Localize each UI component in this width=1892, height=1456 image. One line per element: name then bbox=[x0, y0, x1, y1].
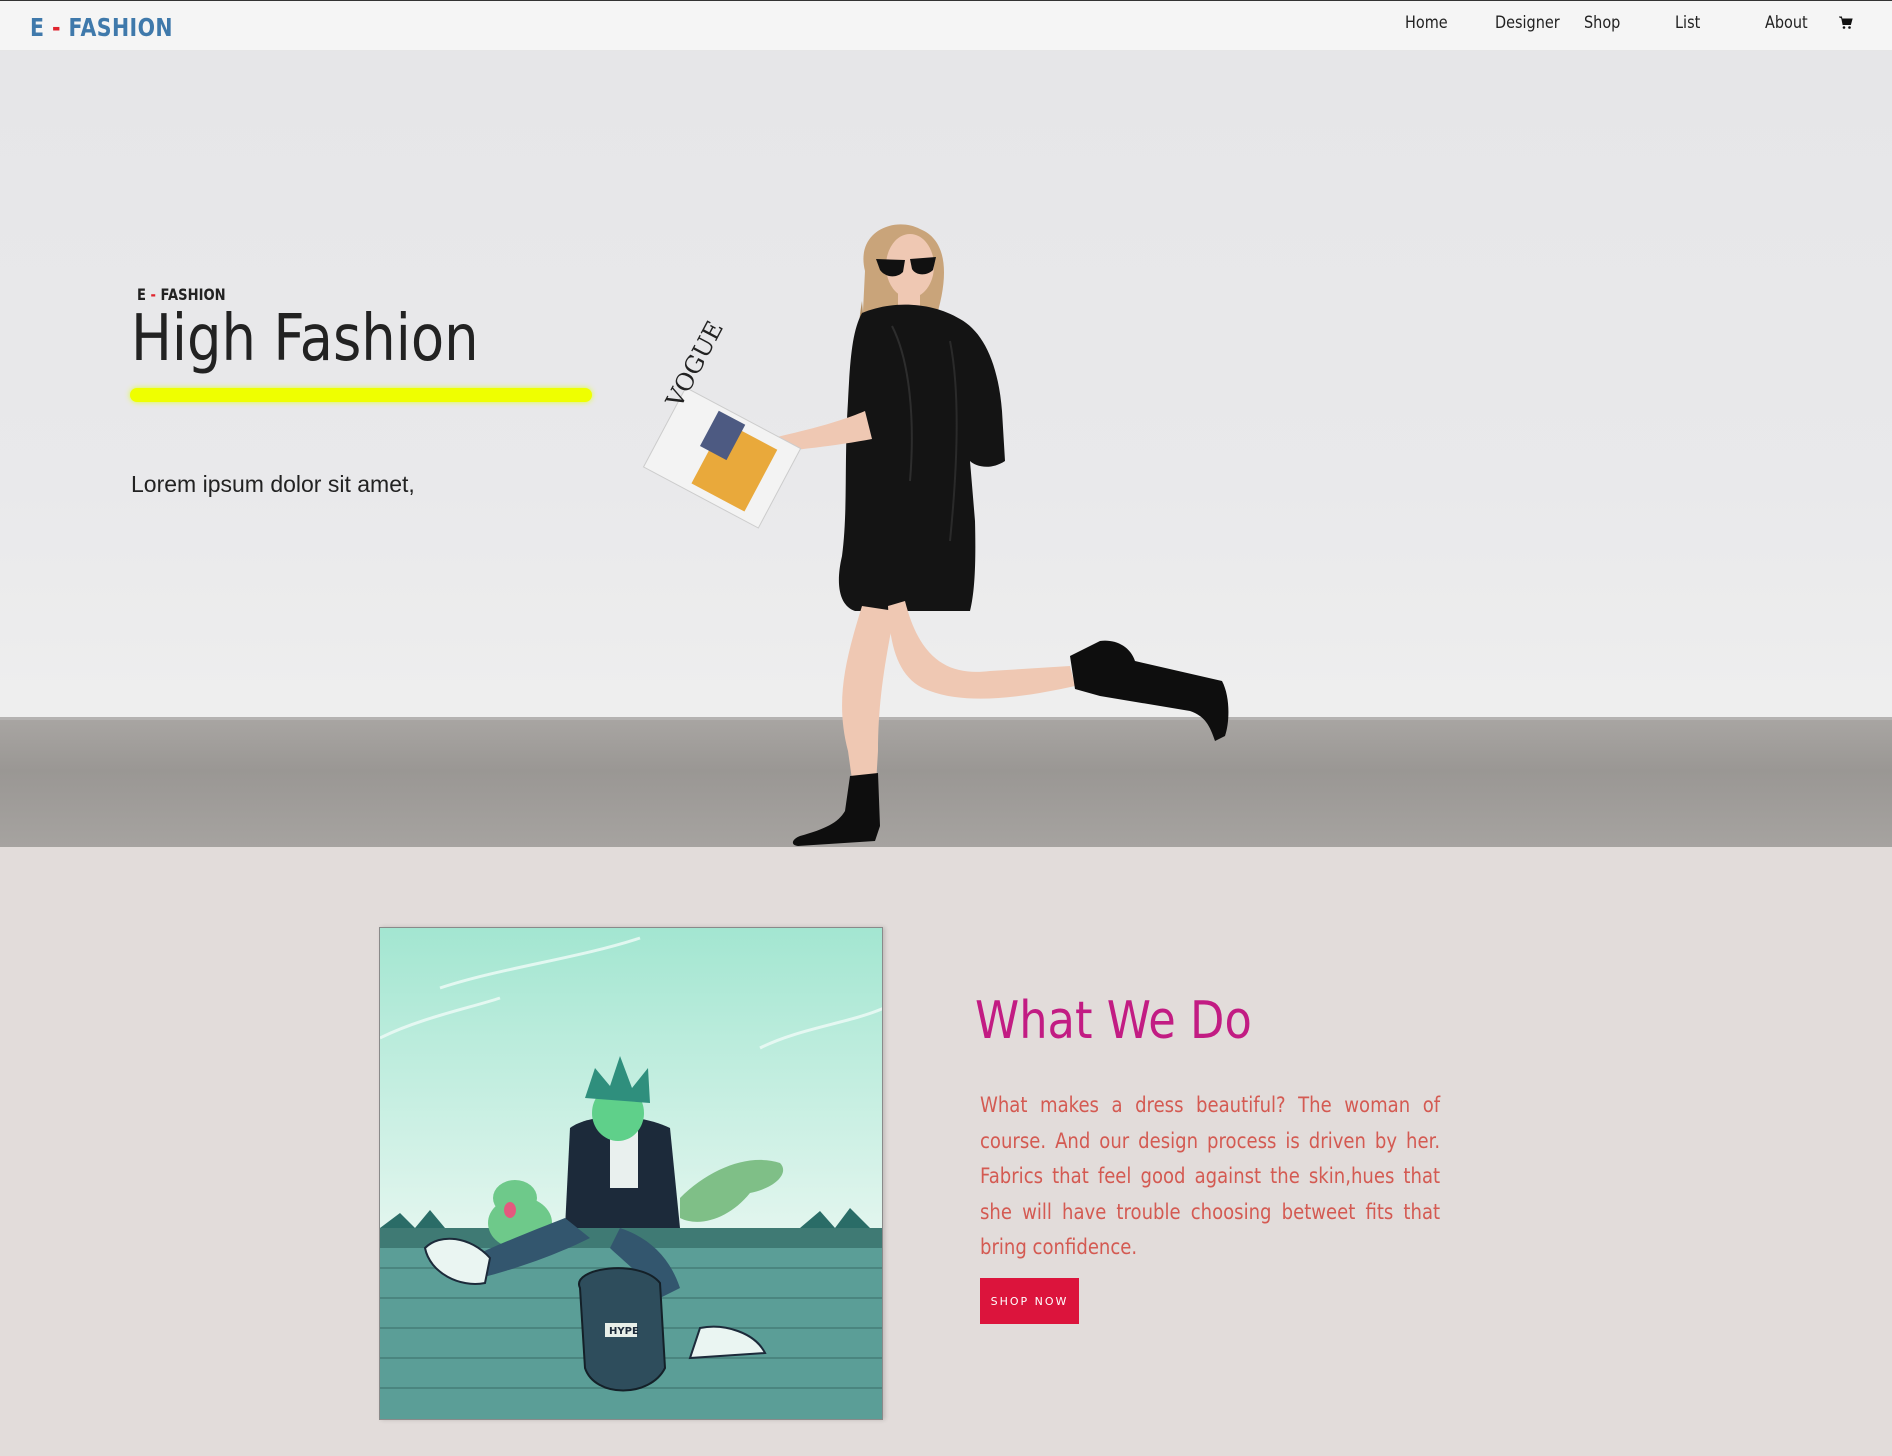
shop-now-button[interactable]: SHOP NOW bbox=[980, 1278, 1079, 1324]
hero-title: High Fashion bbox=[131, 302, 479, 376]
brand-dash: - bbox=[51, 13, 61, 42]
hero-subtitle: Lorem ipsum dolor sit amet, bbox=[131, 471, 415, 497]
section-text: What makes a dress beautiful? The woman … bbox=[980, 1093, 1441, 1260]
nav-list[interactable]: List bbox=[1675, 13, 1700, 33]
brand-logo[interactable]: E - FASHION bbox=[30, 13, 173, 42]
hero-model-image: VOGUE bbox=[642, 224, 1229, 846]
navbar: E - FASHION Home Designer Shop List Abou… bbox=[0, 0, 1892, 51]
brand-prefix: E bbox=[30, 13, 45, 42]
cart-icon[interactable] bbox=[1839, 16, 1853, 30]
illustration-image: HYPE bbox=[379, 927, 883, 1420]
hero-banner: VOGUE E - FASHION High Fashion Lorem ips… bbox=[0, 51, 1892, 847]
brand-name: FASHION bbox=[68, 13, 173, 42]
nav-about[interactable]: About bbox=[1765, 13, 1808, 33]
section-title: What We Do bbox=[975, 991, 1252, 1051]
nav-designer[interactable]: Designer bbox=[1495, 13, 1560, 33]
backpack-text: HYPE bbox=[609, 1326, 639, 1337]
highlight-bar bbox=[130, 388, 592, 402]
nav-shop[interactable]: Shop bbox=[1584, 13, 1620, 33]
nav-home[interactable]: Home bbox=[1405, 13, 1448, 33]
